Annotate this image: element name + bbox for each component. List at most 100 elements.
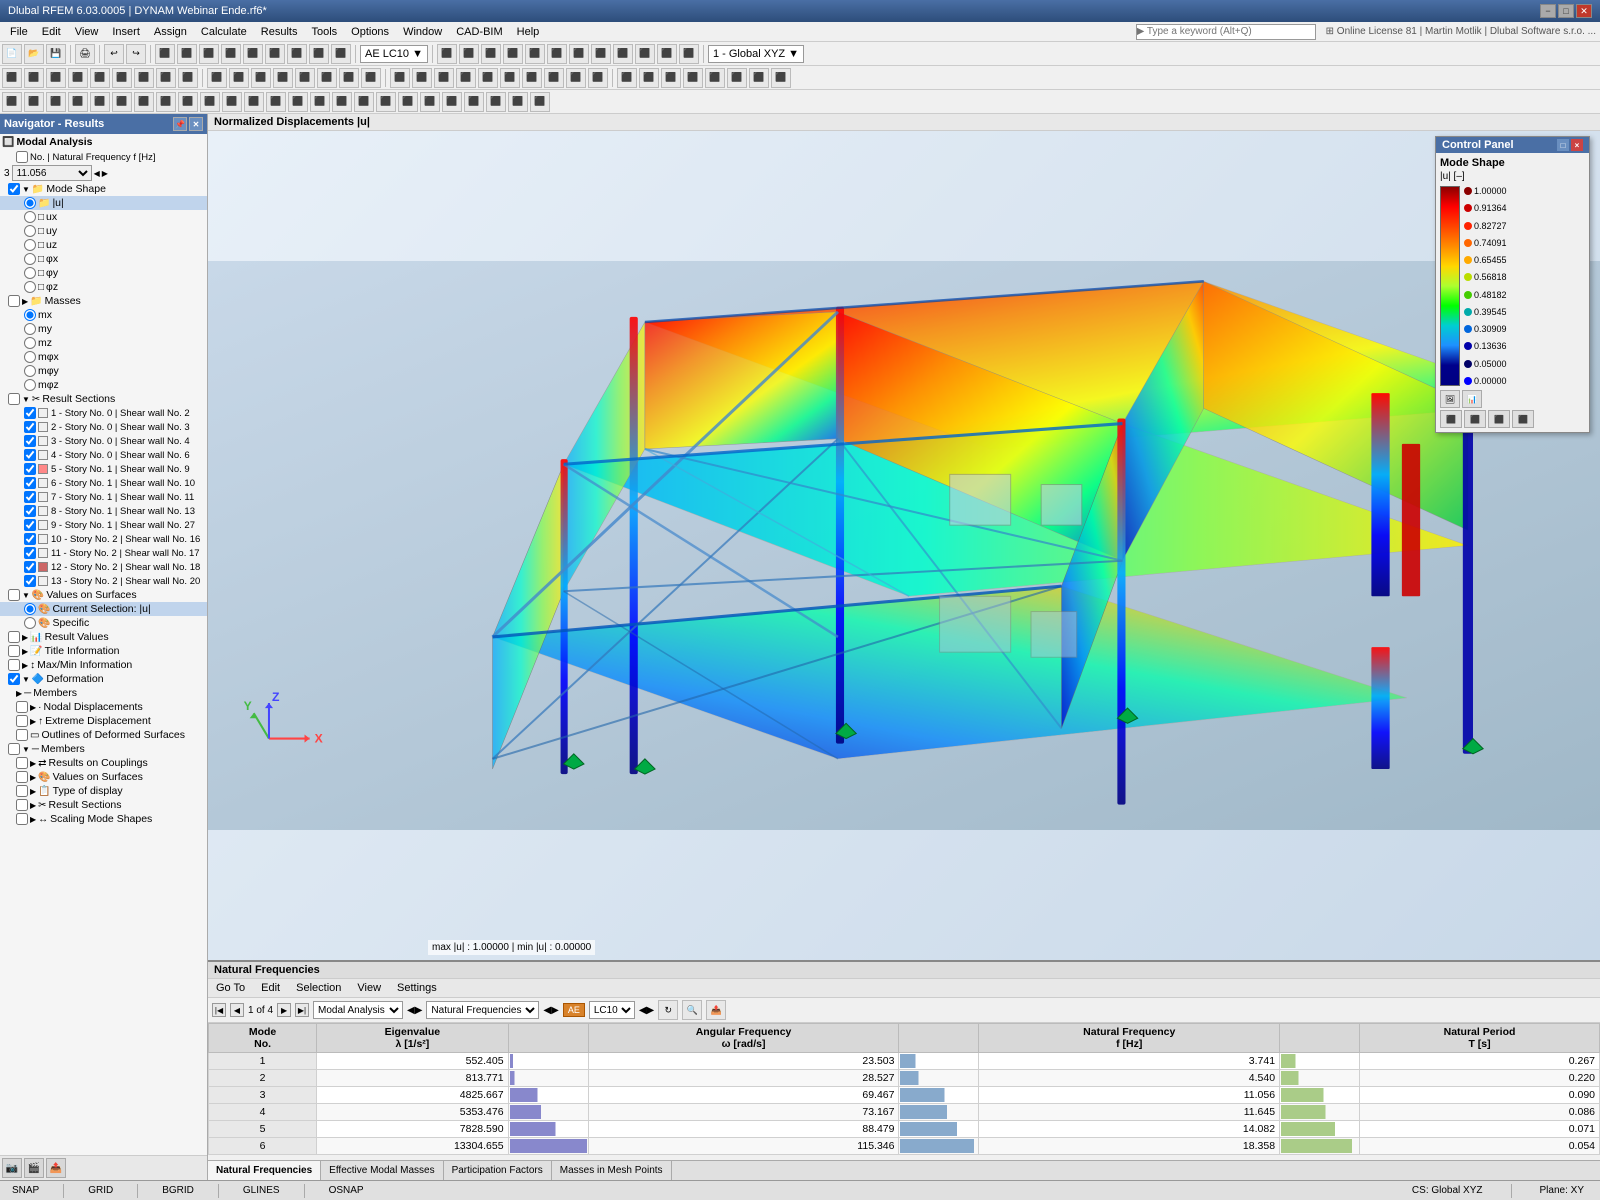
section-item-7[interactable]: 7 - Story No. 1 | Shear wall No. 11 <box>0 490 207 504</box>
snap-btn-3[interactable]: ⬛ <box>661 68 681 88</box>
section-check-12[interactable] <box>24 561 36 573</box>
render-btn-5[interactable]: ⬛ <box>478 68 498 88</box>
mode-py-item[interactable]: □ φy <box>0 266 207 280</box>
tb-btn-15[interactable]: ⬛ <box>547 44 567 64</box>
window-controls[interactable]: − □ ✕ <box>1540 4 1592 18</box>
extra-btn-23[interactable]: ⬛ <box>486 92 506 112</box>
title-info-check[interactable] <box>8 645 20 657</box>
mode-u-radio[interactable] <box>24 197 36 209</box>
snap-btn-1[interactable]: ⬛ <box>617 68 637 88</box>
maxmin-info-check[interactable] <box>8 659 20 671</box>
redo-btn[interactable]: ↪ <box>126 44 146 64</box>
status-glines[interactable]: GLINES <box>239 1185 284 1196</box>
result-sections-check[interactable] <box>8 393 20 405</box>
tb-btn-20[interactable]: ⬛ <box>657 44 677 64</box>
first-page-btn[interactable]: |◀ <box>212 1003 226 1017</box>
render-btn-9[interactable]: ⬛ <box>566 68 586 88</box>
last-page-btn[interactable]: ▶| <box>295 1003 309 1017</box>
extra-btn-2[interactable]: ⬛ <box>24 92 44 112</box>
cp-btn-2[interactable]: 📊 <box>1462 390 1482 408</box>
render-btn-2[interactable]: ⬛ <box>412 68 432 88</box>
view-btn-8[interactable]: ⬛ <box>156 68 176 88</box>
extra-btn-25[interactable]: ⬛ <box>530 92 550 112</box>
section-item-2[interactable]: 2 - Story No. 0 | Shear wall No. 3 <box>0 420 207 434</box>
section-check-1[interactable] <box>24 407 36 419</box>
cp-btn-1[interactable]: 🖼 <box>1440 390 1460 408</box>
section-check-8[interactable] <box>24 505 36 517</box>
cp-pin-btn[interactable]: □ <box>1557 139 1569 151</box>
render-btn-10[interactable]: ⬛ <box>588 68 608 88</box>
snap-btn-2[interactable]: ⬛ <box>639 68 659 88</box>
nav-prev-btn[interactable]: ◀ <box>94 169 100 178</box>
extra-btn-4[interactable]: ⬛ <box>68 92 88 112</box>
extra-btn-22[interactable]: ⬛ <box>464 92 484 112</box>
extra-btn-17[interactable]: ⬛ <box>354 92 374 112</box>
extra-btn-9[interactable]: ⬛ <box>178 92 198 112</box>
menu-options[interactable]: Options <box>345 24 395 40</box>
nav-next-btn[interactable]: ▶ <box>102 169 108 178</box>
new-btn[interactable]: 📄 <box>2 44 22 64</box>
tb-btn-17[interactable]: ⬛ <box>591 44 611 64</box>
view-btn-14[interactable]: ⬛ <box>295 68 315 88</box>
outlines-deformed-item[interactable]: ▭ Outlines of Deformed Surfaces <box>0 728 207 742</box>
nat-freq-check[interactable] <box>16 151 28 163</box>
modal-analysis-section[interactable]: 🔲 Modal Analysis <box>0 134 207 150</box>
tb-btn-1[interactable]: ⬛ <box>155 44 175 64</box>
masses-mpx-radio[interactable] <box>24 351 36 363</box>
masses-check[interactable] <box>8 295 20 307</box>
tb-btn-3[interactable]: ⬛ <box>199 44 219 64</box>
nav-video-btn[interactable]: 🎬 <box>24 1158 44 1178</box>
export-table-btn[interactable]: 📤 <box>706 1000 726 1020</box>
table-row[interactable]: 3 4825.667 69.467 11.056 0.090 <box>209 1087 1600 1104</box>
values-surfaces-header[interactable]: ▼ 🎨 Values on Surfaces <box>0 588 207 602</box>
view-btn-10[interactable]: ⬛ <box>207 68 227 88</box>
selection-btn[interactable]: Selection <box>292 981 345 995</box>
menu-calculate[interactable]: Calculate <box>195 24 253 40</box>
tb-btn-13[interactable]: ⬛ <box>503 44 523 64</box>
menu-results[interactable]: Results <box>255 24 304 40</box>
nav-camera-btn[interactable]: 📷 <box>2 1158 22 1178</box>
view-btn-1[interactable]: ⬛ <box>2 68 22 88</box>
table-row[interactable]: 1 552.405 23.503 3.741 0.267 <box>209 1053 1600 1070</box>
extra-btn-13[interactable]: ⬛ <box>266 92 286 112</box>
extra-btn-10[interactable]: ⬛ <box>200 92 220 112</box>
outlines-deformed-check[interactable] <box>16 729 28 741</box>
section-check-13[interactable] <box>24 575 36 587</box>
menu-cadbim[interactable]: CAD-BIM <box>450 24 508 40</box>
masses-mz-radio[interactable] <box>24 337 36 349</box>
view-btn-6[interactable]: ⬛ <box>112 68 132 88</box>
mode-px-item[interactable]: □ φx <box>0 252 207 266</box>
scaling-mode-shapes-check[interactable] <box>16 813 28 825</box>
nav-export-btn[interactable]: 📤 <box>46 1158 66 1178</box>
result-sections2-item[interactable]: ▶ ✂ Result Sections <box>0 798 207 812</box>
lc-selector[interactable]: AE LC10 ▼ <box>360 45 428 63</box>
tb-btn-2[interactable]: ⬛ <box>177 44 197 64</box>
nat-freq-select[interactable]: 11.056 <box>12 165 92 181</box>
menu-file[interactable]: File <box>4 24 34 40</box>
nodal-disp-check[interactable] <box>16 701 28 713</box>
extra-btn-3[interactable]: ⬛ <box>46 92 66 112</box>
section-item-4[interactable]: 4 - Story No. 0 | Shear wall No. 6 <box>0 448 207 462</box>
tb-btn-14[interactable]: ⬛ <box>525 44 545 64</box>
mode-shape-check[interactable] <box>8 183 20 195</box>
view-btn-5[interactable]: ⬛ <box>90 68 110 88</box>
refresh-btn[interactable]: ↻ <box>658 1000 678 1020</box>
masses-my-item[interactable]: my <box>0 322 207 336</box>
result-sections2-check[interactable] <box>16 799 28 811</box>
current-selection-radio[interactable] <box>24 603 36 615</box>
minimize-btn[interactable]: − <box>1540 4 1556 18</box>
extra-btn-7[interactable]: ⬛ <box>134 92 154 112</box>
masses-mx-item[interactable]: mx <box>0 308 207 322</box>
tb-btn-6[interactable]: ⬛ <box>265 44 285 64</box>
snap-btn-8[interactable]: ⬛ <box>771 68 791 88</box>
def-members-item[interactable]: ▶ ─ Members <box>0 686 207 700</box>
filter-btn[interactable]: 🔍 <box>682 1000 702 1020</box>
next-page-btn[interactable]: ▶ <box>277 1003 291 1017</box>
masses-mpy-item[interactable]: mφy <box>0 364 207 378</box>
nat-freq-select-2[interactable]: Natural Frequencies <box>426 1001 539 1019</box>
extreme-disp-item[interactable]: ▶ ↑ Extreme Displacement <box>0 714 207 728</box>
mode-uy-radio[interactable] <box>24 225 36 237</box>
extra-btn-20[interactable]: ⬛ <box>420 92 440 112</box>
snap-btn-7[interactable]: ⬛ <box>749 68 769 88</box>
values-surfaces-check[interactable] <box>8 589 20 601</box>
